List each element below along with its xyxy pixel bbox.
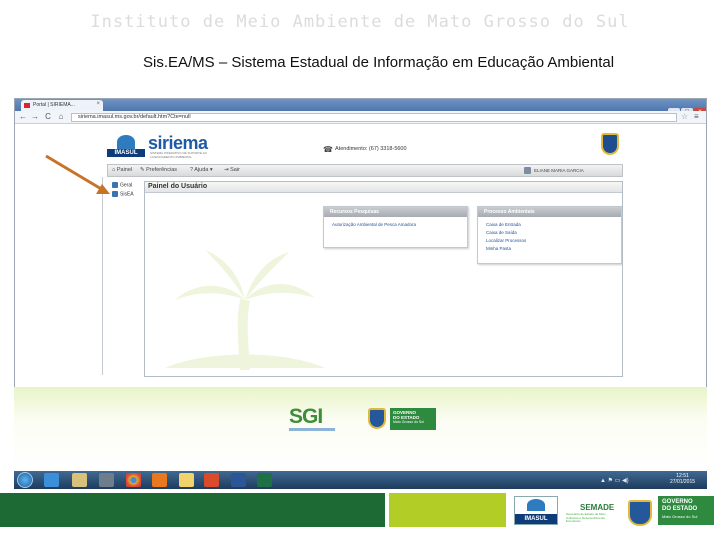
folder-icon bbox=[112, 191, 118, 197]
footer-gov-logo: GOVERNO DO ESTADO Mato Grosso do Sul bbox=[658, 496, 714, 525]
footer-semade-logo: SEMADE bbox=[580, 503, 615, 512]
panel-title: Painel do Usuário bbox=[145, 182, 622, 193]
imasul-logo-text: IMASUL bbox=[107, 149, 145, 157]
gov-shield-icon bbox=[368, 408, 386, 429]
gov-logo-small: GOVERNO DO ESTADO Mato Grosso do Sul bbox=[368, 408, 436, 430]
browser-menu-icon[interactable]: ≡ bbox=[694, 112, 699, 121]
tree-item-geral[interactable]: Geral bbox=[112, 182, 132, 188]
reload-icon[interactable]: C bbox=[43, 112, 53, 121]
clock[interactable]: 12:51 27/01/2015 bbox=[670, 473, 695, 485]
media-player-icon[interactable] bbox=[99, 473, 114, 487]
recent-box-title: Recursos Pesquisas bbox=[324, 207, 467, 217]
imasul-logo[interactable]: IMASUL bbox=[107, 135, 145, 159]
tree-border bbox=[102, 177, 103, 375]
footer-semade-tagline: Secretaria de Estado de Meio Ambiente e … bbox=[566, 512, 606, 523]
toolbar-preferencias[interactable]: ✎ Preferências bbox=[140, 167, 177, 173]
link-minha-pasta[interactable]: Minha Pasta bbox=[486, 246, 511, 251]
favicon-icon bbox=[24, 103, 30, 108]
footer-imasul-logo: IMASUL bbox=[514, 496, 558, 525]
footer-coat-of-arms-icon bbox=[628, 500, 652, 526]
home-icon[interactable]: ⌂ bbox=[56, 112, 66, 121]
process-box: Processo Ambientais Caixa de Entrada Cai… bbox=[477, 206, 622, 264]
chrome-icon[interactable] bbox=[126, 473, 141, 487]
windows-taskbar: ▲ ⚑ ▭ ◀) 12:51 27/01/2015 bbox=[14, 471, 707, 489]
imasul-leaf-icon bbox=[527, 499, 545, 511]
powerpoint-icon[interactable] bbox=[204, 473, 219, 487]
start-button[interactable] bbox=[17, 472, 33, 488]
page-footer-band bbox=[14, 387, 707, 471]
folder-icon bbox=[112, 182, 118, 188]
user-name[interactable]: ELIANE MARIA GARCIA bbox=[534, 168, 584, 173]
link-localizar-processos[interactable]: Localizar Processos bbox=[486, 238, 526, 243]
slide-title: Instituto de Meio Ambiente de Mato Gross… bbox=[90, 12, 630, 32]
tab-close-icon[interactable]: × bbox=[96, 101, 100, 107]
browser-window: Portal | SIRIEMA... × –□× ← → C ⌂ siriem… bbox=[14, 98, 707, 388]
toolbar-ajuda[interactable]: ? Ajuda ▾ bbox=[190, 167, 213, 173]
site-header: IMASUL siriema SISTEMA INTERATIVO DE SUP… bbox=[15, 125, 706, 165]
process-box-title: Processo Ambientais bbox=[478, 207, 621, 217]
forward-icon[interactable]: → bbox=[30, 112, 40, 121]
excel-icon[interactable] bbox=[257, 473, 272, 487]
url-input[interactable]: siriema.imasul.ms.gov.br/default.htm?Cte… bbox=[71, 113, 677, 122]
firefox-icon[interactable] bbox=[152, 473, 167, 487]
user-panel: Painel do Usuário Recursos Pesquisas Aut… bbox=[144, 181, 623, 377]
sgi-underline bbox=[289, 428, 335, 431]
slide-subtitle: Sis.EA/MS – Sistema Estadual de Informaç… bbox=[143, 54, 615, 71]
explorer-icon[interactable] bbox=[72, 473, 87, 487]
toolbar-painel[interactable]: ⌂ Painel bbox=[112, 167, 132, 173]
app-toolbar: ⌂ Painel ✎ Preferências ? Ajuda ▾ ⇥ Sair… bbox=[107, 164, 623, 177]
recent-resources-box: Recursos Pesquisas Autorização Ambiental… bbox=[323, 206, 468, 248]
state-coat-of-arms-icon bbox=[601, 133, 619, 155]
link-autorizacao-pesca[interactable]: Autorização Ambiental de Pesca Amadora bbox=[332, 222, 416, 227]
browser-tab-bar: Portal | SIRIEMA... × –□× bbox=[15, 99, 706, 117]
gov-box: GOVERNO DO ESTADO Mato Grosso do Sul bbox=[390, 408, 436, 430]
folder-icon[interactable] bbox=[179, 473, 194, 487]
ie-icon[interactable] bbox=[44, 473, 59, 487]
footer-yellow-bar bbox=[389, 493, 506, 527]
atendimento-text: Atendimento: (67) 3318-5600 bbox=[335, 146, 407, 152]
system-tray[interactable]: ▲ ⚑ ▭ ◀) bbox=[600, 477, 629, 484]
link-caixa-entrada[interactable]: Caixa de Entrada bbox=[486, 222, 521, 227]
user-icon bbox=[524, 167, 531, 174]
palm-watermark-icon bbox=[165, 250, 325, 370]
imasul-leaf-icon bbox=[117, 135, 135, 149]
sgi-logo: SGI bbox=[287, 405, 335, 433]
tree-item-sisea[interactable]: SisEA bbox=[112, 191, 134, 197]
toolbar-sair[interactable]: ⇥ Sair bbox=[224, 167, 240, 173]
siriema-tagline: SISTEMA INTERATIVO DE SUPORTE AO LICENCI… bbox=[150, 151, 207, 159]
phone-icon: ☎ bbox=[323, 145, 333, 154]
link-caixa-saida[interactable]: Caixa de Saída bbox=[486, 230, 517, 235]
back-icon[interactable]: ← bbox=[18, 112, 28, 121]
browser-tab[interactable]: Portal | SIRIEMA... × bbox=[21, 100, 103, 111]
tab-title: Portal | SIRIEMA... bbox=[33, 102, 75, 108]
footer-green-bar bbox=[0, 493, 385, 527]
address-bar: ← → C ⌂ siriema.imasul.ms.gov.br/default… bbox=[15, 111, 706, 124]
word-icon[interactable] bbox=[231, 473, 246, 487]
bookmark-star-icon[interactable]: ☆ bbox=[681, 112, 688, 121]
